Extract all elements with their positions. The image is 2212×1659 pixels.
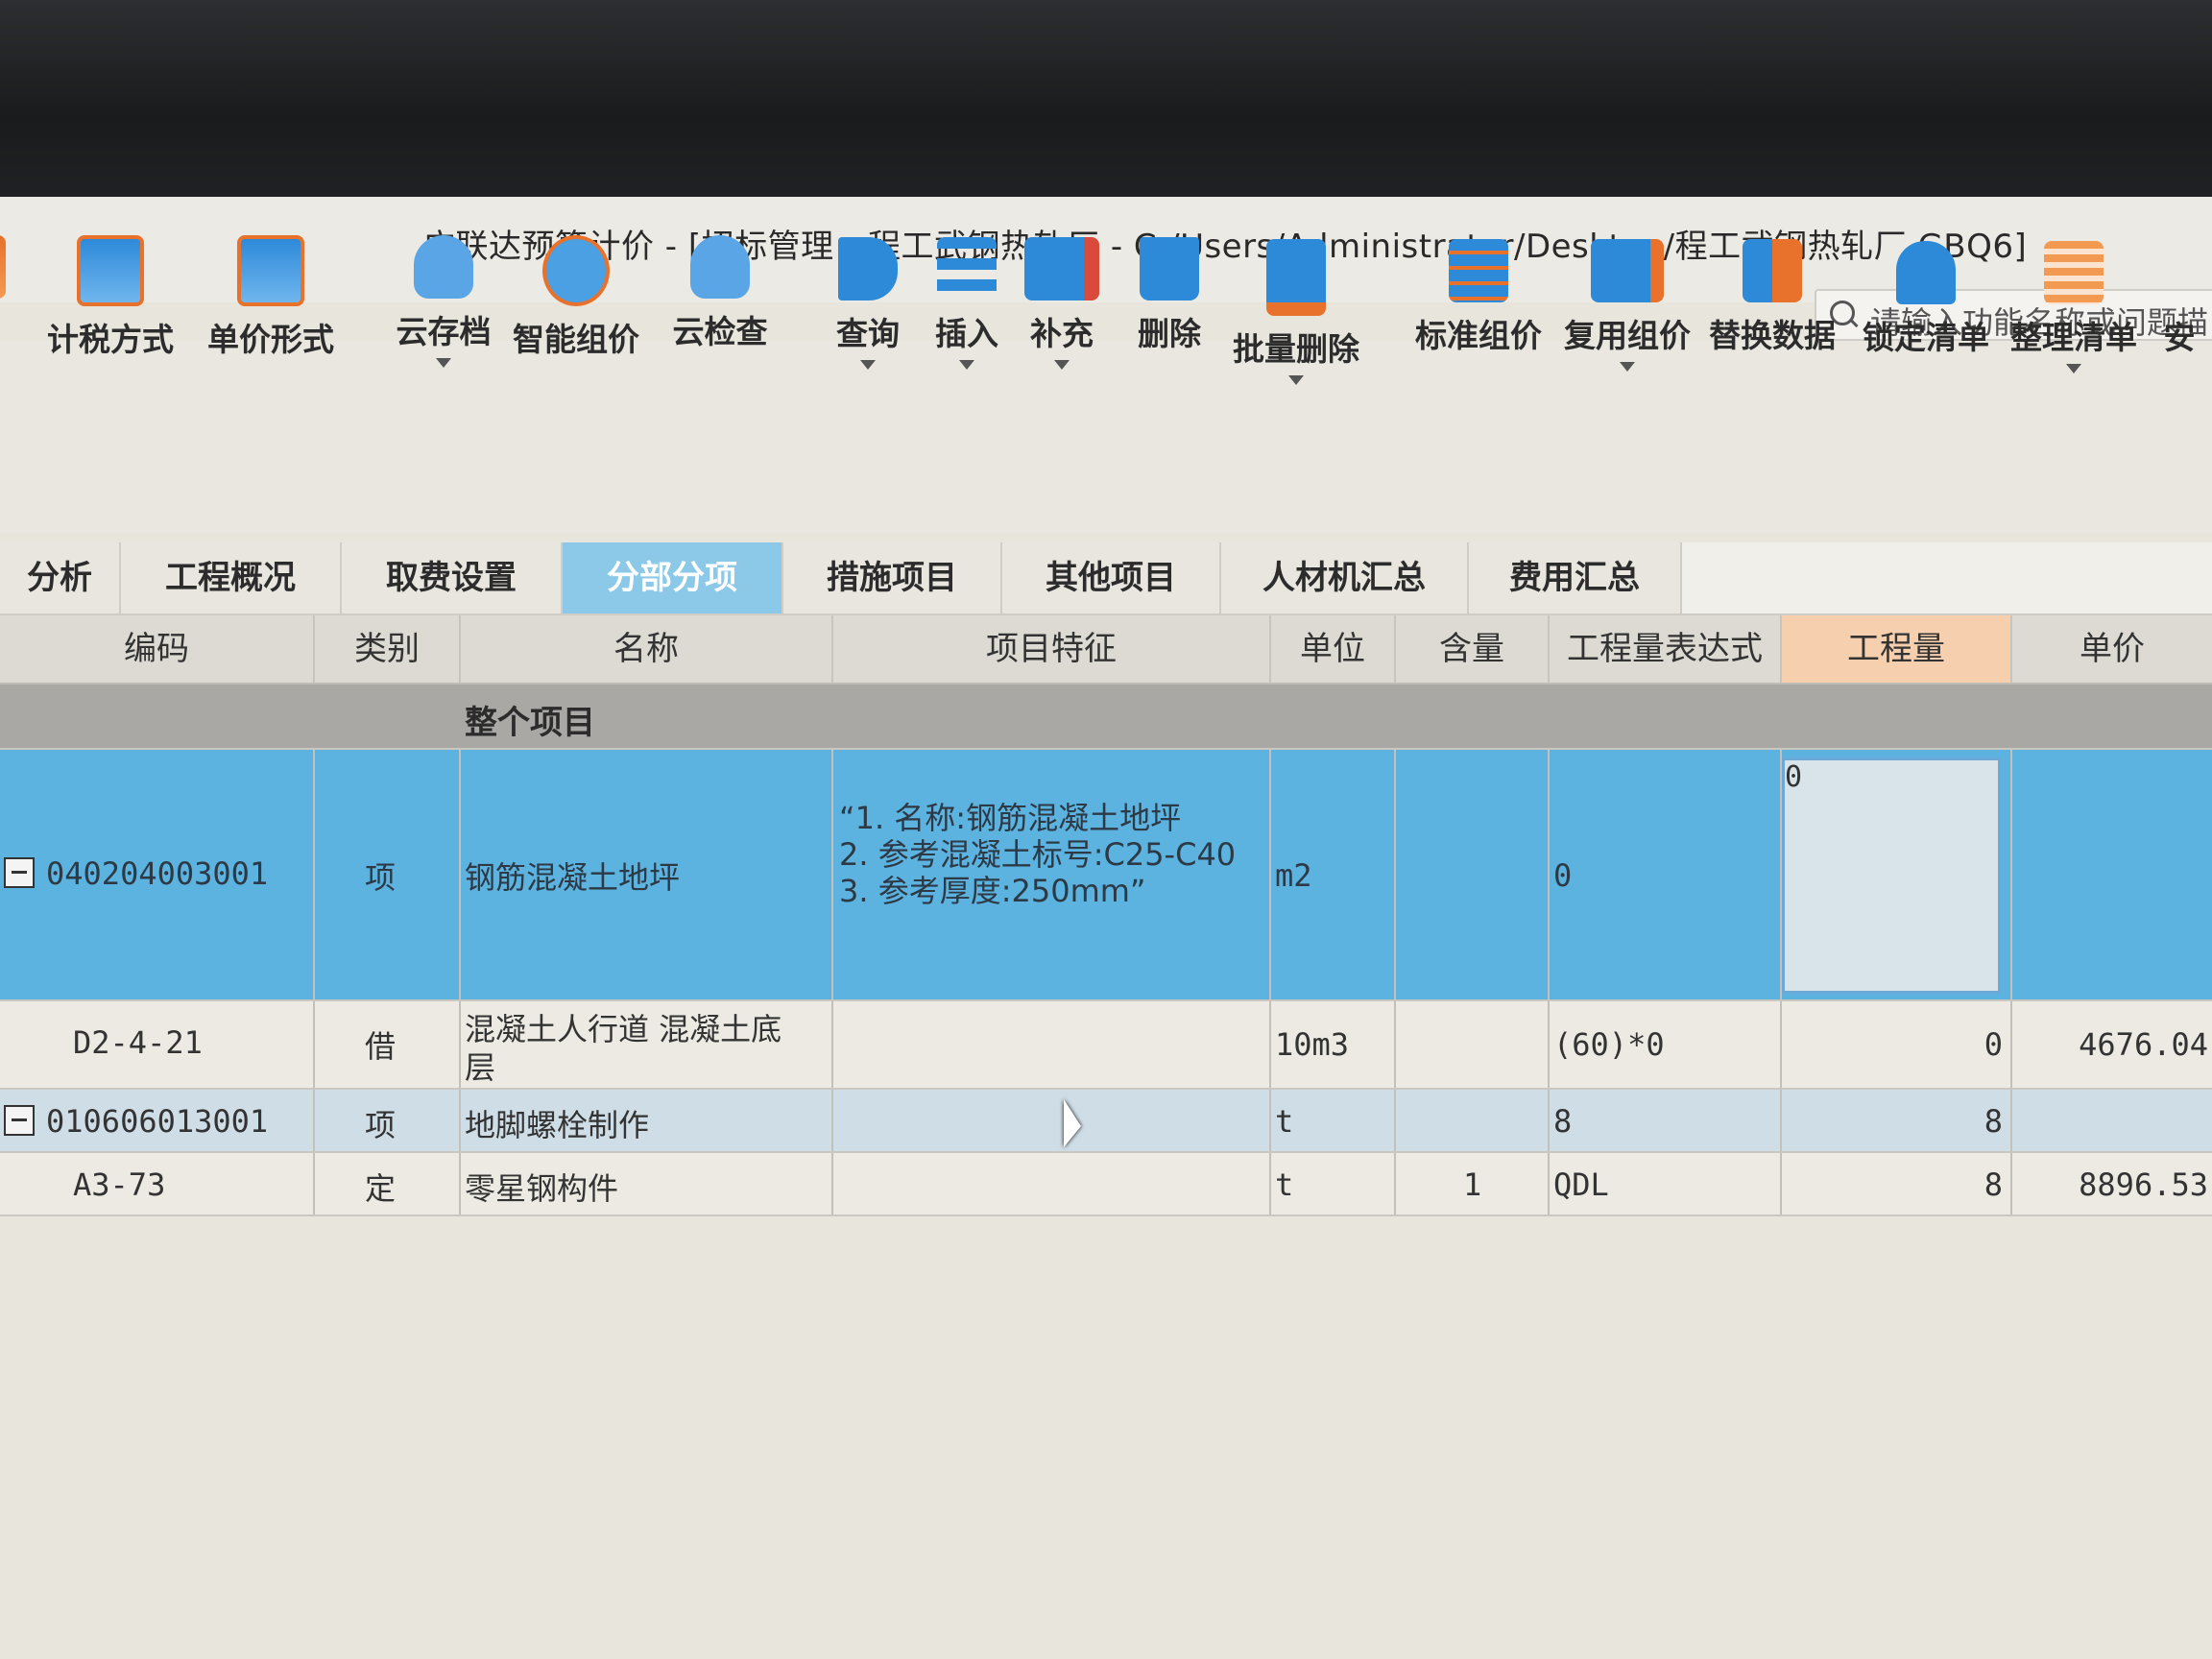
toolbar-tax-method-button[interactable]: 计税方式 bbox=[43, 235, 178, 360]
query-icon bbox=[838, 237, 898, 301]
quantity-edit-cell[interactable]: 0 bbox=[1782, 757, 2001, 994]
cloud-check-icon bbox=[690, 235, 750, 299]
toolbar-batch-delete-button[interactable]: 批量删除 bbox=[1229, 239, 1363, 385]
tab-labor-material-summary[interactable]: 人材机汇总 bbox=[1221, 542, 1469, 613]
insert-icon bbox=[937, 237, 997, 301]
col-expression[interactable]: 工程量表达式 bbox=[1550, 615, 1782, 683]
collapse-icon[interactable] bbox=[4, 1105, 35, 1136]
dropdown-arrow-icon[interactable] bbox=[1288, 375, 1304, 385]
dropdown-arrow-icon[interactable] bbox=[1620, 362, 1635, 372]
tab-project-overview[interactable]: 工程概况 bbox=[121, 542, 342, 613]
mouse-cursor-icon bbox=[1064, 1099, 1081, 1147]
standard-pricing-icon bbox=[1449, 239, 1508, 302]
table-header: 编码 类别 名称 项目特征 单位 含量 工程量表达式 工程量 单价 bbox=[0, 615, 2212, 685]
toolbar-cloud-save-button[interactable]: 云存档 bbox=[376, 235, 511, 368]
app-window: 广联达预算计价 - [招标管理 - 程工武钢热轧厂 - C:/Users/Adm… bbox=[0, 197, 2212, 1659]
table-row[interactable]: 010606013001 项 地脚螺栓制作 t 8 8 bbox=[0, 1090, 2212, 1153]
toolbar-delete-button[interactable]: 删除 bbox=[1102, 237, 1237, 354]
dropdown-arrow-icon[interactable] bbox=[959, 360, 974, 370]
dropdown-arrow-icon[interactable] bbox=[1054, 360, 1070, 370]
supplement-icon bbox=[1024, 237, 1099, 301]
toolbar-organize-list-button[interactable]: 整理清单 bbox=[2007, 241, 2141, 373]
price-icon bbox=[0, 235, 6, 299]
batch-delete-icon bbox=[1266, 239, 1326, 316]
group-label: 整个项目 bbox=[465, 704, 595, 742]
unit-price-form-icon bbox=[237, 235, 304, 306]
module-tabs: 分析 工程概况 取费设置 分部分项 措施项目 其他项目 人材机汇总 费用汇总 bbox=[0, 542, 2212, 615]
toolbar-install-button[interactable]: 安 bbox=[2141, 241, 2212, 358]
reuse-pricing-icon bbox=[1591, 239, 1664, 302]
delete-icon bbox=[1140, 237, 1199, 301]
toolbar-reuse-pricing-button[interactable]: 复用组价 bbox=[1560, 239, 1695, 372]
tab-sub-items[interactable]: 分部分项 bbox=[563, 542, 783, 613]
ribbon-toolbar bbox=[0, 341, 2212, 533]
tax-method-icon bbox=[77, 235, 144, 306]
dropdown-arrow-icon[interactable] bbox=[2066, 364, 2081, 373]
toolbar-standard-pricing-button[interactable]: 标准组价 bbox=[1411, 239, 1546, 356]
col-type[interactable]: 类别 bbox=[315, 615, 461, 683]
lock-list-icon bbox=[1896, 241, 1956, 304]
toolbar-smart-pricing-button[interactable]: 智能组价 bbox=[509, 235, 643, 360]
tab-fee-settings[interactable]: 取费设置 bbox=[342, 542, 563, 613]
table-row[interactable]: D2-4-21 借 混凝土人行道 混凝土底 层 10m3 (60)*0 0 46… bbox=[0, 1001, 2212, 1090]
toolbar-price-button[interactable]: 价 bbox=[0, 235, 43, 352]
monitor-bezel bbox=[0, 0, 2212, 197]
tab-analysis[interactable]: 分析 bbox=[0, 542, 121, 613]
toolbar-unit-price-button[interactable]: 单价形式 bbox=[204, 235, 338, 360]
organize-list-icon bbox=[2044, 241, 2104, 304]
toolbar-lock-list-button[interactable]: 锁定清单 bbox=[1859, 241, 1993, 358]
toolbar-cloud-check-button[interactable]: 云检查 bbox=[653, 235, 787, 352]
table-row[interactable]: A3-73 定 零星钢构件 t 1 QDL 8 8896.53 bbox=[0, 1153, 2212, 1216]
collapse-icon[interactable] bbox=[4, 857, 35, 888]
col-code[interactable]: 编码 bbox=[0, 615, 315, 683]
col-unit-price[interactable]: 单价 bbox=[2012, 615, 2212, 683]
replace-data-icon bbox=[1743, 239, 1802, 302]
table-row[interactable]: 040204003001 项 钢筋混凝土地坪 “1. 名称:钢筋混凝土地坪 2.… bbox=[0, 750, 2212, 1001]
tab-measures[interactable]: 措施项目 bbox=[783, 542, 1002, 613]
toolbar-replace-data-button[interactable]: 替换数据 bbox=[1705, 239, 1839, 356]
dropdown-arrow-icon[interactable] bbox=[860, 360, 876, 370]
tab-other-items[interactable]: 其他项目 bbox=[1002, 542, 1221, 613]
smart-pricing-icon bbox=[542, 235, 610, 306]
col-quantity[interactable]: 工程量 bbox=[1782, 615, 2012, 683]
tab-cost-summary[interactable]: 费用汇总 bbox=[1469, 542, 1682, 613]
col-content[interactable]: 含量 bbox=[1396, 615, 1550, 683]
col-unit[interactable]: 单位 bbox=[1271, 615, 1396, 683]
col-feature[interactable]: 项目特征 bbox=[833, 615, 1271, 683]
dropdown-arrow-icon[interactable] bbox=[436, 358, 451, 368]
col-name[interactable]: 名称 bbox=[461, 615, 833, 683]
table-group-row[interactable]: 整个项目 bbox=[0, 685, 2212, 750]
cloud-upload-icon bbox=[414, 235, 473, 299]
